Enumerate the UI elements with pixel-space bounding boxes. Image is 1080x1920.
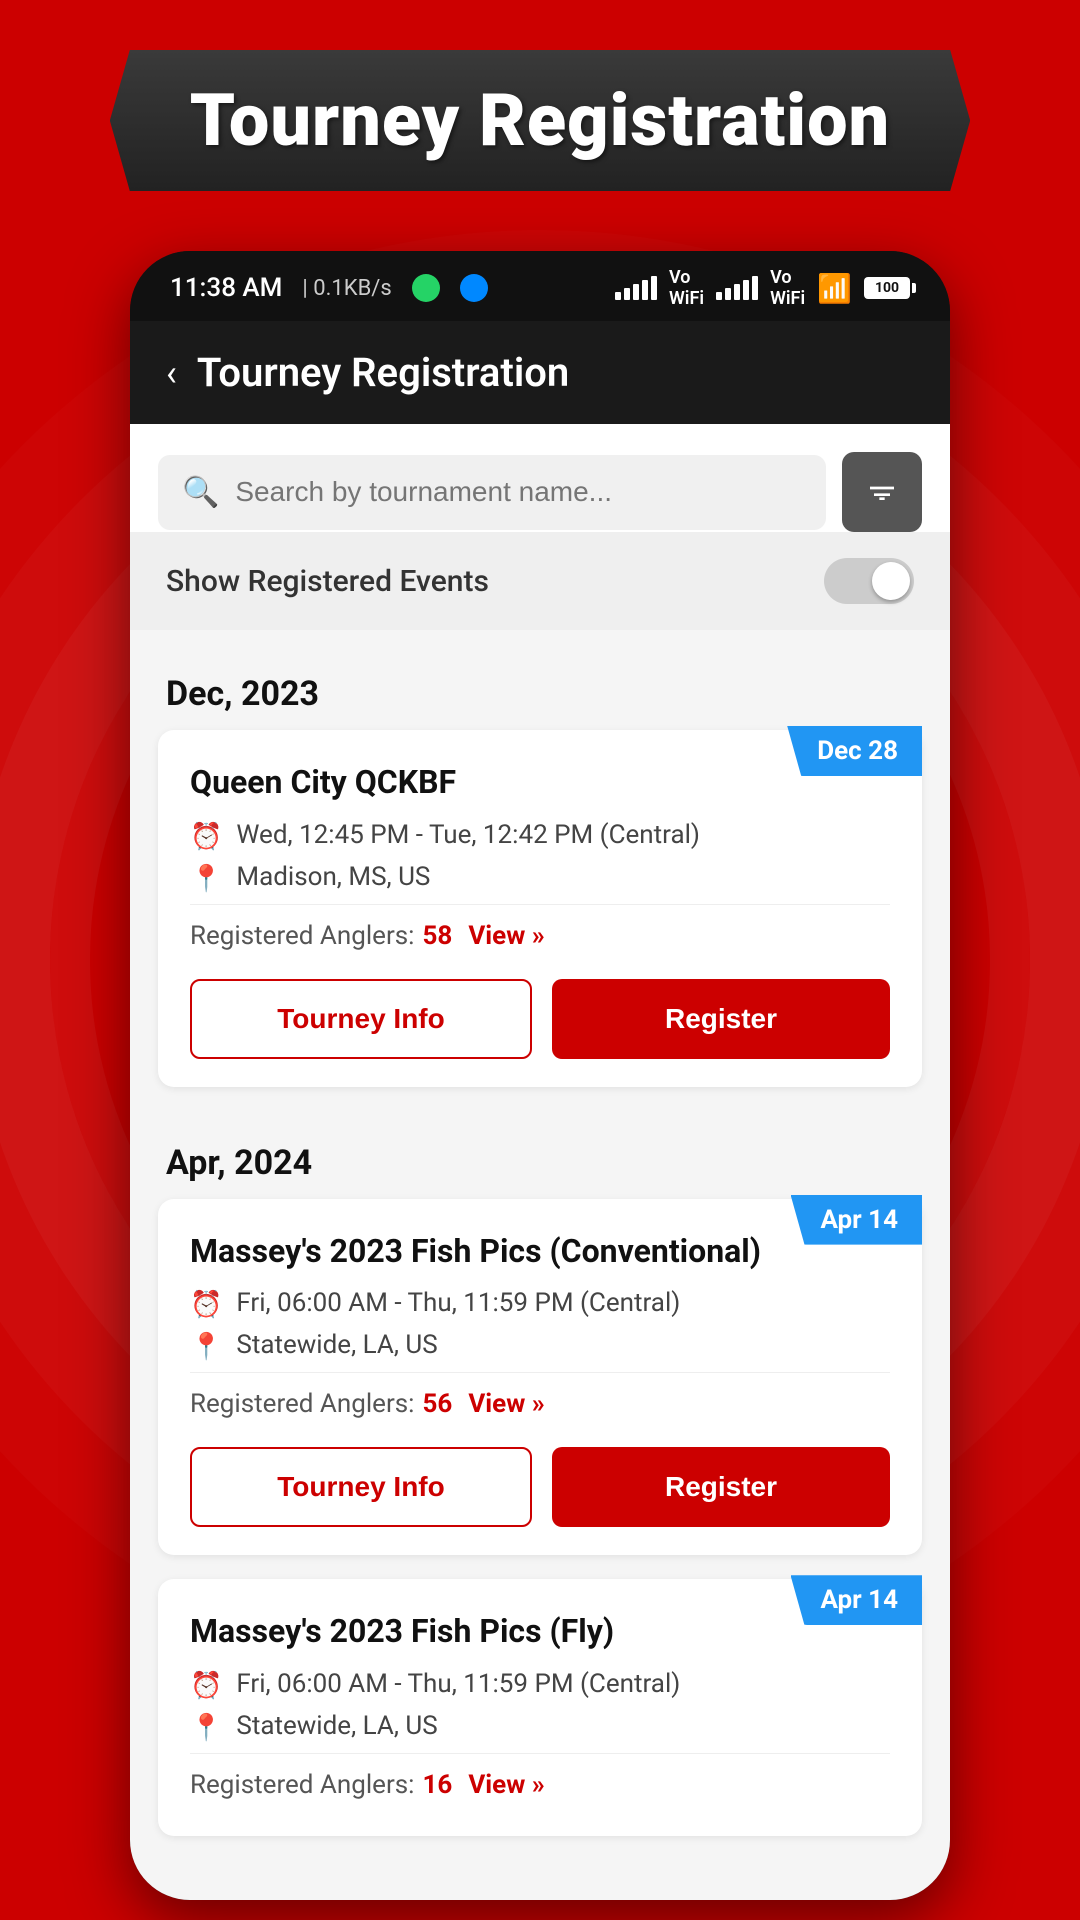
search-icon: 🔍 <box>182 475 219 510</box>
tourney-location-2: 📍 Statewide, LA, US <box>190 1330 890 1362</box>
clock-icon-3: ⏰ <box>190 1671 222 1701</box>
app-bar-title: Tourney Registration <box>197 349 569 396</box>
vo-wifi-label: VoWiFi <box>669 267 704 309</box>
tourney-time-1: ⏰ Wed, 12:45 PM - Tue, 12:42 PM (Central… <box>190 820 890 852</box>
page-title: Tourney Registration <box>190 78 890 163</box>
location-icon-1: 📍 <box>190 864 222 894</box>
section-apr-2024: Apr, 2024 <box>130 1111 950 1199</box>
tourney-card-3: Apr 14 Massey's 2023 Fish Pics (Fly) ⏰ F… <box>158 1579 922 1836</box>
signal-bars <box>615 276 657 300</box>
registered-count-1: 58 <box>422 921 452 951</box>
back-button[interactable]: ‹ <box>166 355 177 391</box>
main-content: 🔍 Show Registered Events Dec, 2023 Dec 2… <box>130 424 950 1900</box>
status-bar: 11:38 AM | 0.1KB/s VoWiFi VoWiFi � <box>130 251 950 321</box>
card-actions-2: Tourney Info Register <box>190 1447 890 1527</box>
view-link-3[interactable]: View » <box>468 1770 544 1800</box>
app-bar: ‹ Tourney Registration <box>130 321 950 424</box>
registered-count-2: 56 <box>422 1389 452 1419</box>
tourney-name-3: Massey's 2023 Fish Pics (Fly) <box>190 1611 890 1653</box>
vo-wifi-label-2: VoWiFi <box>770 267 805 309</box>
location-icon-3: 📍 <box>190 1713 222 1743</box>
card-actions-1: Tourney Info Register <box>190 979 890 1059</box>
view-link-1[interactable]: View » <box>468 921 544 951</box>
tourney-info-button-1[interactable]: Tourney Info <box>190 979 532 1059</box>
registered-count-3: 16 <box>422 1770 452 1800</box>
registered-row-1: Registered Anglers: 58 View » <box>190 904 890 959</box>
phone-frame: 11:38 AM | 0.1KB/s VoWiFi VoWiFi � <box>130 251 950 1900</box>
whatsapp-icon <box>412 274 440 302</box>
filter-icon <box>866 476 898 508</box>
tourney-name-2: Massey's 2023 Fish Pics (Conventional) <box>190 1231 890 1273</box>
toggle-row: Show Registered Events <box>130 532 950 630</box>
search-input[interactable] <box>235 476 802 508</box>
notification-icon <box>460 274 488 302</box>
view-link-2[interactable]: View » <box>468 1389 544 1419</box>
tourney-card-2: Apr 14 Massey's 2023 Fish Pics (Conventi… <box>158 1199 922 1556</box>
location-icon-2: 📍 <box>190 1332 222 1362</box>
status-icons: VoWiFi VoWiFi 📶 100 <box>615 267 910 309</box>
tourney-info-button-2[interactable]: Tourney Info <box>190 1447 532 1527</box>
registered-row-2: Registered Anglers: 56 View » <box>190 1372 890 1427</box>
date-badge-2: Apr 14 <box>791 1195 923 1245</box>
wifi-icon: 📶 <box>817 272 852 305</box>
header-banner: Tourney Registration <box>0 0 1080 231</box>
tourney-time-3: ⏰ Fri, 06:00 AM - Thu, 11:59 PM (Central… <box>190 1669 890 1701</box>
search-wrapper: 🔍 <box>158 455 826 530</box>
tourney-location-1: 📍 Madison, MS, US <box>190 862 890 894</box>
clock-icon-1: ⏰ <box>190 822 222 852</box>
filter-button[interactable] <box>842 452 922 532</box>
status-time: 11:38 AM <box>170 273 282 303</box>
battery-icon: 100 <box>864 277 910 299</box>
search-area: 🔍 <box>130 424 950 532</box>
tourney-time-2: ⏰ Fri, 06:00 AM - Thu, 11:59 PM (Central… <box>190 1288 890 1320</box>
clock-icon-2: ⏰ <box>190 1290 222 1320</box>
show-registered-toggle[interactable] <box>824 558 914 604</box>
section-dec-2023: Dec, 2023 <box>130 642 950 730</box>
status-speed: | 0.1KB/s <box>302 276 391 301</box>
tourney-card-1: Dec 28 Queen City QCKBF ⏰ Wed, 12:45 PM … <box>158 730 922 1087</box>
tourney-location-3: 📍 Statewide, LA, US <box>190 1711 890 1743</box>
toggle-label: Show Registered Events <box>166 564 489 599</box>
date-badge-3: Apr 14 <box>791 1575 923 1625</box>
signal-bars-2 <box>716 276 758 300</box>
registered-row-3: Registered Anglers: 16 View » <box>190 1753 890 1808</box>
register-button-2[interactable]: Register <box>552 1447 890 1527</box>
register-button-1[interactable]: Register <box>552 979 890 1059</box>
date-badge-1: Dec 28 <box>787 726 922 776</box>
tourney-name-1: Queen City QCKBF <box>190 762 890 804</box>
